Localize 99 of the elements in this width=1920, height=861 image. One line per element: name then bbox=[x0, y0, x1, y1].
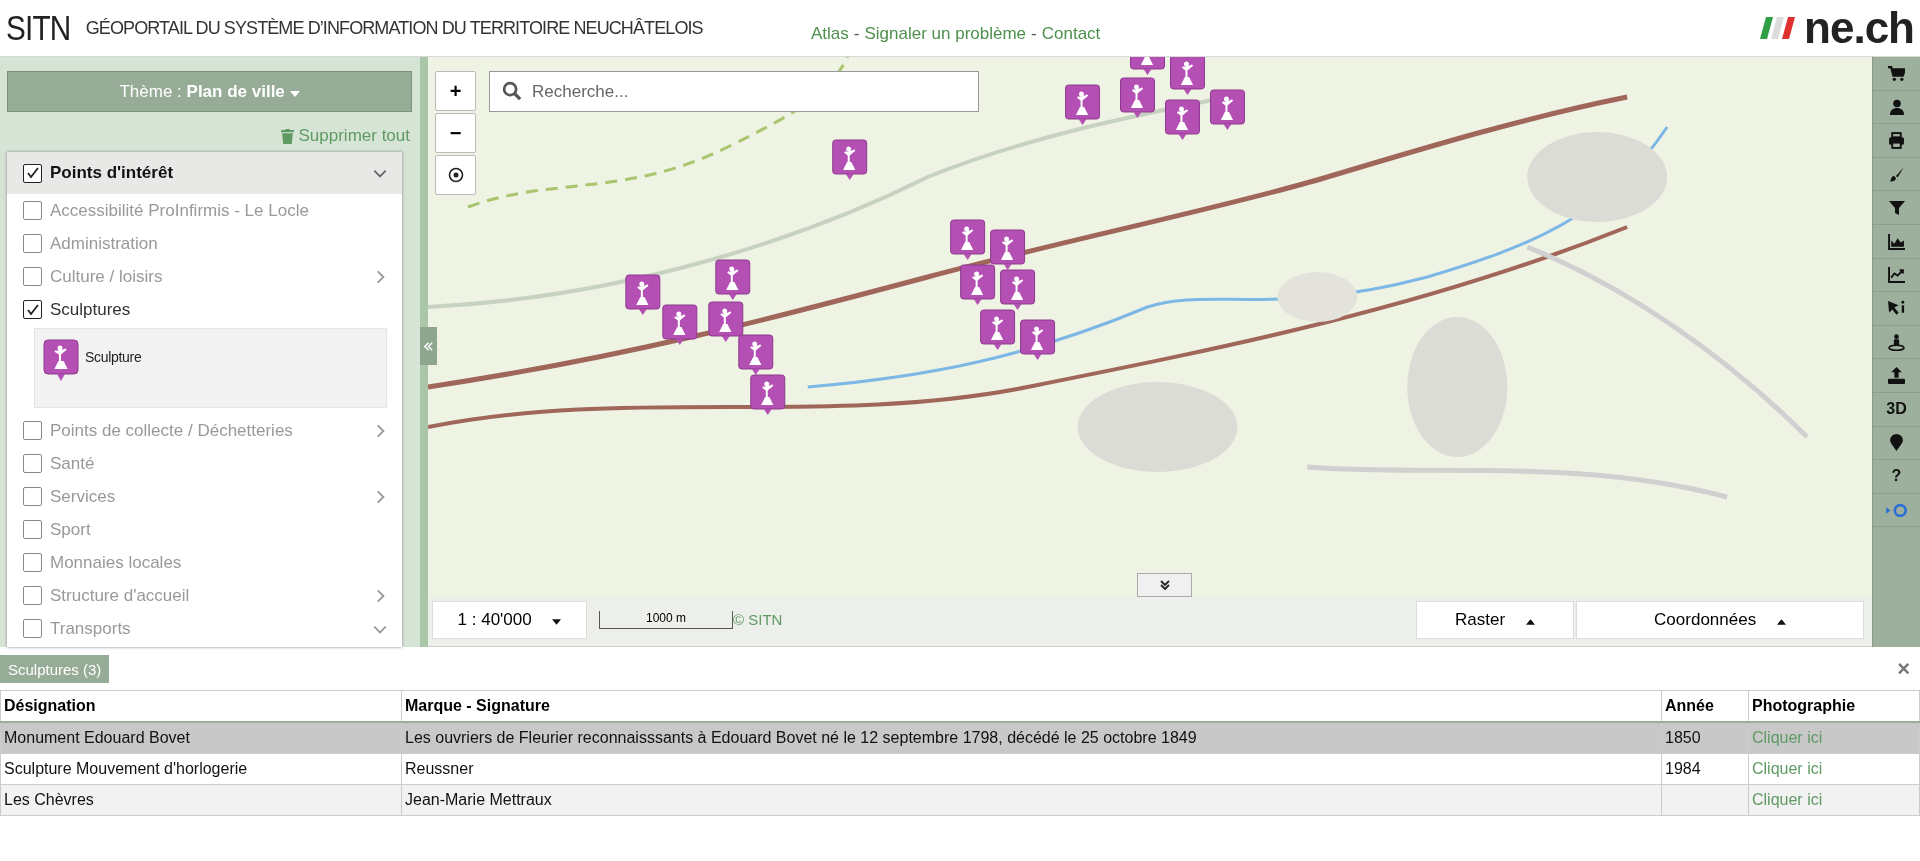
double-chevron-icon bbox=[1158, 579, 1171, 591]
trash-icon bbox=[280, 128, 294, 144]
sculpture-marker-icon[interactable] bbox=[1130, 57, 1165, 75]
table-cell: Monument Edouard Bovet bbox=[4, 729, 190, 746]
results-tab[interactable]: Sculptures (3) bbox=[0, 655, 110, 683]
checkbox[interactable] bbox=[23, 421, 42, 440]
sculpture-marker-icon[interactable] bbox=[1209, 89, 1245, 130]
link-separator: - bbox=[853, 24, 860, 44]
sculpture-marker-icon[interactable] bbox=[662, 304, 698, 345]
layer-label[interactable]: Transports bbox=[50, 618, 364, 639]
layer-label[interactable]: Monnaies locales bbox=[50, 552, 388, 573]
filter-icon bbox=[1888, 199, 1905, 216]
checkbox[interactable] bbox=[23, 234, 42, 253]
sculpture-marker-icon[interactable] bbox=[750, 374, 786, 415]
table-cell: Reussner bbox=[405, 760, 474, 777]
search-field[interactable]: Recherche... bbox=[489, 71, 979, 112]
header-link[interactable]: Signaler un problème bbox=[864, 24, 1027, 44]
layer-label[interactable]: Sport bbox=[50, 519, 388, 540]
brand-name: SITN bbox=[6, 8, 71, 48]
locate-button[interactable] bbox=[435, 155, 476, 195]
checkbox[interactable] bbox=[23, 201, 42, 220]
pointer-dot-icon bbox=[1885, 503, 1908, 517]
table-cell: 1984 bbox=[1665, 760, 1701, 777]
caret-icon bbox=[289, 90, 300, 97]
cart-icon bbox=[1888, 64, 1905, 82]
table-cell: Sculpture Mouvement d'horlogerie bbox=[4, 760, 248, 777]
sculpture-marker-icon[interactable] bbox=[950, 219, 986, 260]
sculpture-marker-icon[interactable] bbox=[980, 309, 1016, 350]
layer-label[interactable]: Santé bbox=[50, 453, 388, 474]
checkbox[interactable] bbox=[23, 267, 42, 286]
collapse-panel-button[interactable] bbox=[420, 327, 437, 365]
header-link[interactable]: Atlas bbox=[811, 24, 849, 44]
table-cell: Les Chèvres bbox=[4, 791, 94, 808]
zoom-in-button[interactable]: + bbox=[435, 71, 476, 111]
checkbox[interactable] bbox=[23, 520, 42, 539]
link-separator: - bbox=[1031, 24, 1037, 44]
toolbar-button[interactable]: ? bbox=[1873, 460, 1920, 494]
sculpture-marker-icon bbox=[43, 339, 79, 383]
checkbox[interactable] bbox=[23, 454, 42, 473]
street-view-icon bbox=[1888, 333, 1905, 351]
line-chart-icon bbox=[1888, 266, 1905, 284]
sculpture-marker-icon[interactable] bbox=[1170, 57, 1205, 95]
caret-icon bbox=[552, 618, 562, 625]
expand-results-button[interactable] bbox=[1137, 573, 1192, 597]
sculpture-marker-icon[interactable] bbox=[708, 301, 744, 342]
pointer-info-icon bbox=[1887, 299, 1906, 317]
double-chevron-icon bbox=[423, 340, 434, 352]
table-cell: Les ouvriers de Fleurier reconnaisssants à Edouard Bovet né le 12 septembre 1798, décédé le 25 octobre 1849 bbox=[405, 729, 1197, 746]
user-icon bbox=[1888, 98, 1905, 115]
sculpture-marker-icon[interactable] bbox=[738, 334, 774, 375]
area-chart-icon bbox=[1888, 232, 1905, 250]
layer-label[interactable]: Administration bbox=[50, 233, 388, 254]
checkbox[interactable] bbox=[23, 619, 42, 638]
site-title: GÉOPORTAIL DU SYSTÈME D’INFORMATION DU TERRITOIRE NEUCHÂTELOIS bbox=[85, 17, 703, 39]
layer-label[interactable]: Sculptures bbox=[50, 299, 388, 320]
clear-all-button[interactable]: Supprimer tout bbox=[280, 126, 410, 146]
sculpture-marker-icon[interactable] bbox=[1065, 84, 1101, 125]
close-button[interactable]: × bbox=[1891, 655, 1916, 683]
upload-icon bbox=[1888, 367, 1905, 385]
sculpture-marker-icon[interactable] bbox=[990, 229, 1026, 270]
caret-icon bbox=[1776, 618, 1786, 625]
sculpture-marker-icon[interactable] bbox=[960, 264, 996, 305]
logo-text: ne.ch bbox=[1804, 3, 1914, 53]
checkbox[interactable] bbox=[23, 586, 42, 605]
scale-dropdown[interactable]: 1 : 40'000 bbox=[432, 600, 587, 639]
legend-label: Sculpture bbox=[85, 349, 142, 365]
layer-label[interactable]: Points de collecte / Déchetteries bbox=[50, 420, 364, 441]
basemap-dropdown[interactable]: Raster bbox=[1416, 600, 1574, 639]
caret-icon bbox=[1525, 618, 1535, 625]
sculpture-marker-icon[interactable] bbox=[1000, 269, 1036, 310]
copyright-text: © SITN bbox=[733, 611, 783, 628]
coordinates-dropdown[interactable]: Coordonnées bbox=[1576, 600, 1864, 639]
checkbox[interactable] bbox=[23, 163, 42, 183]
sculpture-marker-icon[interactable] bbox=[1120, 77, 1155, 118]
sculpture-marker-icon[interactable] bbox=[715, 259, 751, 300]
sculpture-marker-icon[interactable] bbox=[1165, 99, 1200, 140]
checkbox[interactable] bbox=[23, 300, 42, 319]
sculpture-marker-icon[interactable] bbox=[625, 274, 661, 315]
print-icon bbox=[1888, 132, 1905, 149]
layer-label[interactable]: Accessibilité ProInfirmis - Le Locle bbox=[50, 200, 388, 221]
layer-label[interactable]: Services bbox=[50, 486, 364, 507]
sculpture-marker-icon[interactable] bbox=[1020, 319, 1056, 360]
checkbox[interactable] bbox=[23, 487, 42, 506]
search-icon bbox=[502, 81, 522, 101]
scale-bar: 1000 m bbox=[599, 610, 733, 629]
layer-group-header[interactable]: Points d'intérêt bbox=[7, 152, 402, 194]
header-link[interactable]: Contact bbox=[1041, 24, 1101, 44]
checkbox[interactable] bbox=[23, 553, 42, 572]
locate-icon bbox=[447, 167, 464, 183]
map-marker-icon bbox=[1890, 434, 1903, 452]
zoom-out-button[interactable]: − bbox=[435, 113, 476, 153]
layer-label[interactable]: Culture / loisirs bbox=[50, 266, 364, 287]
table-cell: Jean-Marie Mettraux bbox=[405, 791, 552, 808]
table-cell: 1850 bbox=[1665, 729, 1701, 746]
toolbar-button[interactable]: 3D bbox=[1873, 392, 1920, 427]
layer-group-label: Points d'intérêt bbox=[50, 163, 175, 183]
layer-label[interactable]: Structure d'accueil bbox=[50, 585, 364, 606]
theme-button[interactable]: Thème : Plan de ville bbox=[7, 71, 412, 112]
sculpture-marker-icon[interactable] bbox=[832, 139, 868, 180]
